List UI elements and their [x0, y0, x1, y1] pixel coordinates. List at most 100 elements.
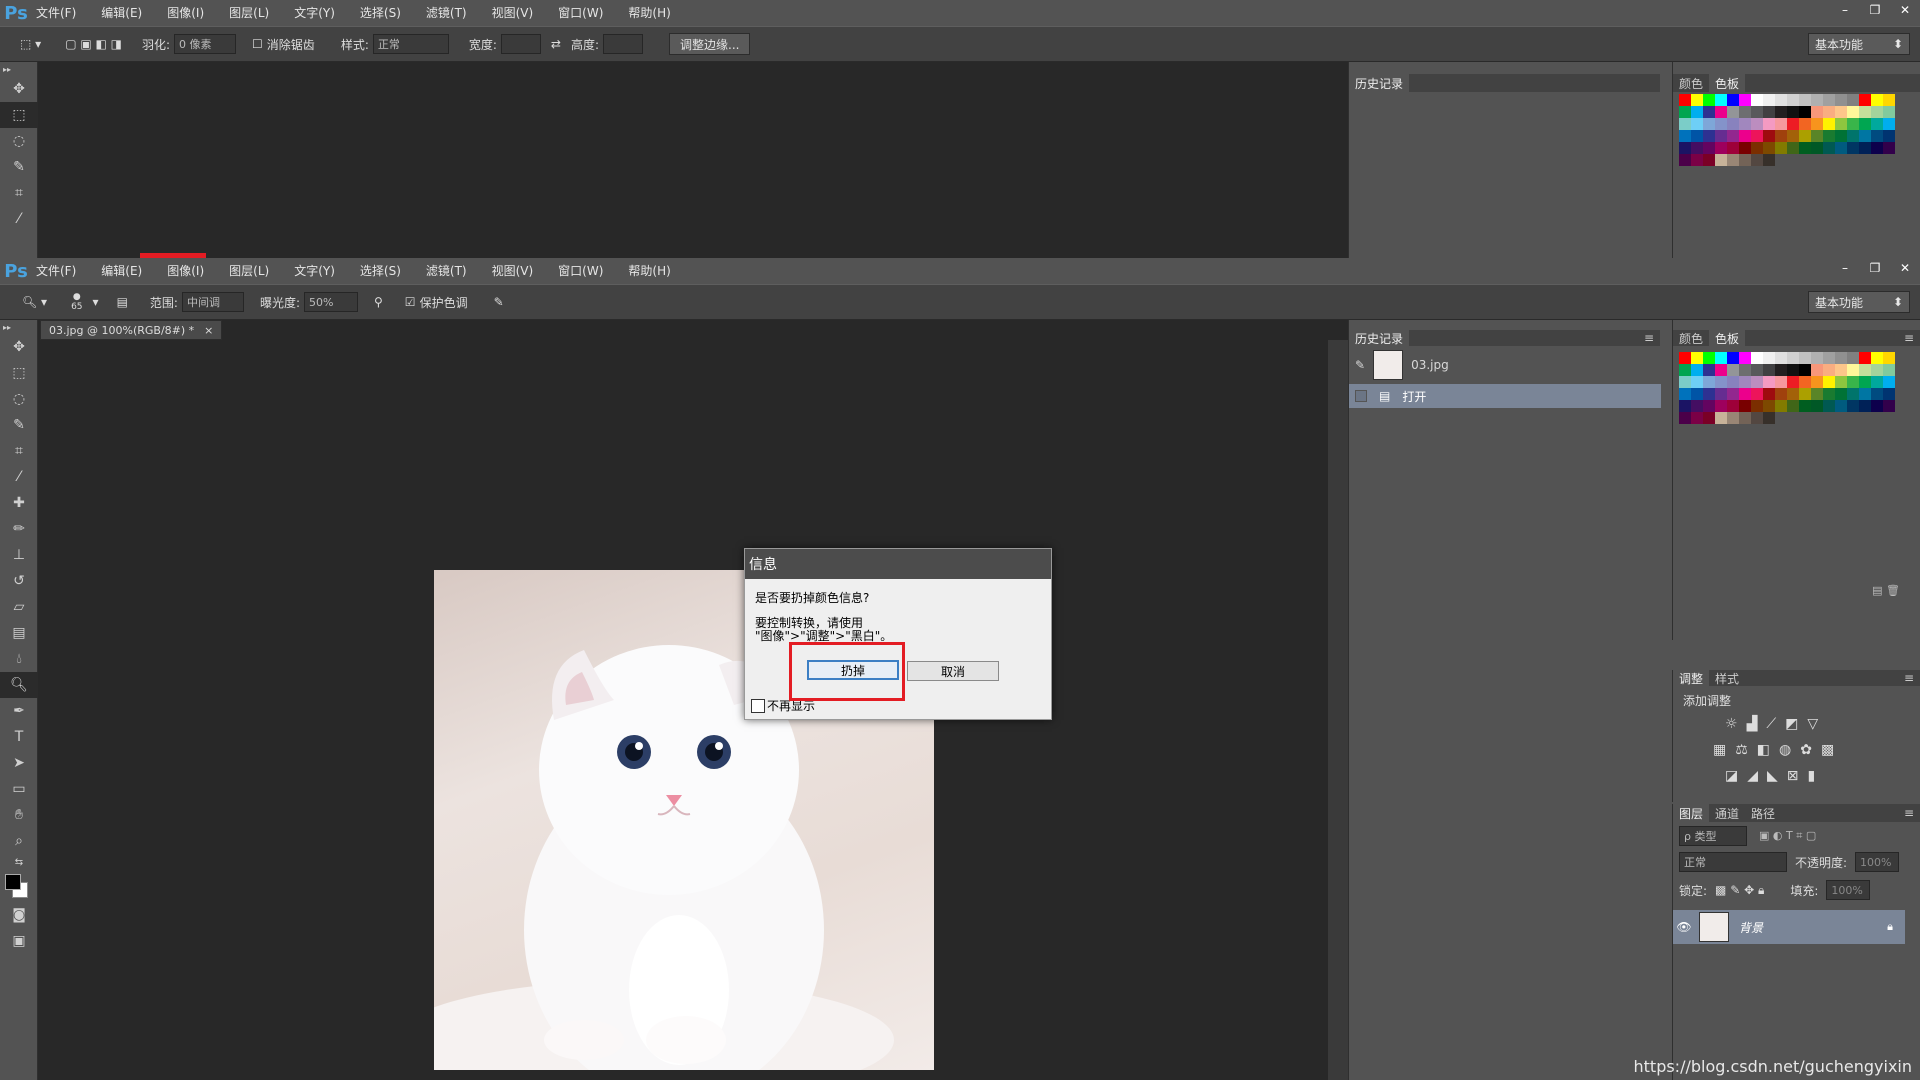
swatch-footer-icons[interactable]: ▤ 🗑︎: [1872, 584, 1900, 597]
color-swatch[interactable]: [1763, 130, 1775, 142]
color-swatch[interactable]: [1835, 364, 1847, 376]
color-swatch[interactable]: [1739, 364, 1751, 376]
color-swatch[interactable]: [1727, 118, 1739, 130]
color-swatch[interactable]: [1775, 142, 1787, 154]
pressure-icon[interactable]: ✎: [494, 295, 504, 309]
dont-show-checkbox[interactable]: [751, 698, 765, 713]
color-swatch[interactable]: [1715, 400, 1727, 412]
color-swatch[interactable]: [1703, 94, 1715, 106]
color-swatch[interactable]: [1703, 388, 1715, 400]
eraser-tool-icon[interactable]: ▱: [0, 594, 38, 620]
color-swatch[interactable]: [1715, 106, 1727, 118]
color-swatch[interactable]: [1703, 376, 1715, 388]
color-swatch[interactable]: [1703, 106, 1715, 118]
color-swatch[interactable]: [1727, 130, 1739, 142]
color-swatch[interactable]: [1823, 364, 1835, 376]
color-swatch[interactable]: [1787, 94, 1799, 106]
color-swatch[interactable]: [1763, 142, 1775, 154]
invert-icon[interactable]: ◪: [1725, 768, 1738, 784]
color-swatch[interactable]: [1811, 118, 1823, 130]
color-swatch[interactable]: [1823, 118, 1835, 130]
color-swatch[interactable]: [1859, 94, 1871, 106]
lasso-tool-icon[interactable]: ◌: [0, 128, 38, 154]
hue-sat-icon[interactable]: ▦: [1713, 742, 1726, 758]
cancel-button[interactable]: 取消: [907, 661, 999, 681]
gradient-map-icon[interactable]: ▮: [1808, 768, 1816, 784]
color-swatch[interactable]: [1691, 400, 1703, 412]
color-swatch[interactable]: [1799, 388, 1811, 400]
menu-filter[interactable]: 滤镜(T): [422, 258, 471, 284]
color-swatch[interactable]: [1691, 130, 1703, 142]
color-swatch[interactable]: [1847, 130, 1859, 142]
color-swatch[interactable]: [1763, 94, 1775, 106]
menu-edit[interactable]: 编辑(E): [97, 0, 146, 26]
curves-icon[interactable]: ⟋: [1766, 716, 1776, 732]
fill-input[interactable]: 100%: [1826, 880, 1871, 900]
levels-icon[interactable]: ▟: [1747, 716, 1758, 732]
color-swatch[interactable]: [1883, 118, 1895, 130]
panel-menu-icon[interactable]: ≡: [1638, 329, 1660, 347]
color-swatch[interactable]: [1715, 412, 1727, 424]
color-swatch[interactable]: [1751, 352, 1763, 364]
move-tool-icon[interactable]: ✥: [0, 76, 38, 102]
color-swatch[interactable]: [1715, 118, 1727, 130]
color-swatch[interactable]: [1763, 364, 1775, 376]
clone-stamp-icon[interactable]: ⊥: [0, 542, 38, 568]
color-swatch[interactable]: [1835, 130, 1847, 142]
crop-tool-icon[interactable]: ⌗: [0, 438, 38, 464]
color-swatch[interactable]: [1739, 352, 1751, 364]
color-swatch[interactable]: [1787, 118, 1799, 130]
color-swatch[interactable]: [1823, 352, 1835, 364]
workspace-select[interactable]: 基本功能 ⬍: [1808, 291, 1910, 313]
color-swatch[interactable]: [1691, 364, 1703, 376]
color-swatch[interactable]: [1727, 154, 1739, 166]
menu-file[interactable]: 文件(F): [32, 258, 80, 284]
style-select[interactable]: 正常: [372, 34, 449, 54]
color-swatch[interactable]: [1847, 106, 1859, 118]
color-swatch[interactable]: [1727, 412, 1739, 424]
swatch-grid[interactable]: [1679, 94, 1895, 166]
color-swatch[interactable]: [1883, 400, 1895, 412]
menu-image[interactable]: 图像(I): [163, 258, 208, 284]
selection-mode-icons[interactable]: ▢ ▣ ◧ ◨: [65, 37, 122, 51]
tab-history[interactable]: 历史记录: [1349, 74, 1410, 92]
color-swatch[interactable]: [1703, 154, 1715, 166]
restore-button[interactable]: ❐: [1860, 258, 1890, 278]
color-swatch[interactable]: [1799, 118, 1811, 130]
color-swatch[interactable]: [1871, 388, 1883, 400]
color-swatch[interactable]: [1751, 130, 1763, 142]
color-swatch[interactable]: [1871, 352, 1883, 364]
collapse-icon[interactable]: ▸▸: [0, 62, 38, 76]
tab-channels[interactable]: 通道: [1709, 804, 1745, 822]
color-swatch[interactable]: [1751, 364, 1763, 376]
healing-brush-icon[interactable]: ✚: [0, 490, 38, 516]
color-swatch[interactable]: [1751, 118, 1763, 130]
color-swatch[interactable]: [1811, 94, 1823, 106]
history-brush-icon[interactable]: ↺: [0, 568, 38, 594]
color-swatch[interactable]: [1823, 376, 1835, 388]
feather-input[interactable]: 0 像素: [174, 34, 237, 54]
color-swatch[interactable]: [1691, 118, 1703, 130]
color-swatch[interactable]: [1679, 352, 1691, 364]
color-swatch[interactable]: [1691, 94, 1703, 106]
color-swatch[interactable]: [1739, 376, 1751, 388]
color-swatch[interactable]: [1739, 388, 1751, 400]
color-swatch[interactable]: [1883, 142, 1895, 154]
layer-filter-icons[interactable]: ▣ ◐ T ⌗ ▢: [1759, 829, 1816, 843]
color-swatch[interactable]: [1811, 388, 1823, 400]
posterize-icon[interactable]: ◢: [1747, 768, 1758, 784]
dodge-tool-icon[interactable]: 🔍︎ ▾: [22, 295, 47, 309]
menu-select[interactable]: 选择(S): [356, 0, 405, 26]
color-swatch[interactable]: [1763, 154, 1775, 166]
antialias-checkbox[interactable]: ☐: [252, 37, 263, 51]
color-swatch[interactable]: [1679, 130, 1691, 142]
menu-type[interactable]: 文字(Y): [290, 258, 339, 284]
close-tab-icon[interactable]: ×: [204, 324, 213, 337]
color-swatch[interactable]: [1715, 376, 1727, 388]
color-swatch[interactable]: [1859, 130, 1871, 142]
color-swatch[interactable]: [1835, 94, 1847, 106]
menu-layer[interactable]: 图层(L): [225, 258, 273, 284]
color-swatch[interactable]: [1823, 94, 1835, 106]
quick-mask-icon[interactable]: ◙: [0, 902, 38, 928]
swatch-grid[interactable]: [1679, 352, 1895, 424]
